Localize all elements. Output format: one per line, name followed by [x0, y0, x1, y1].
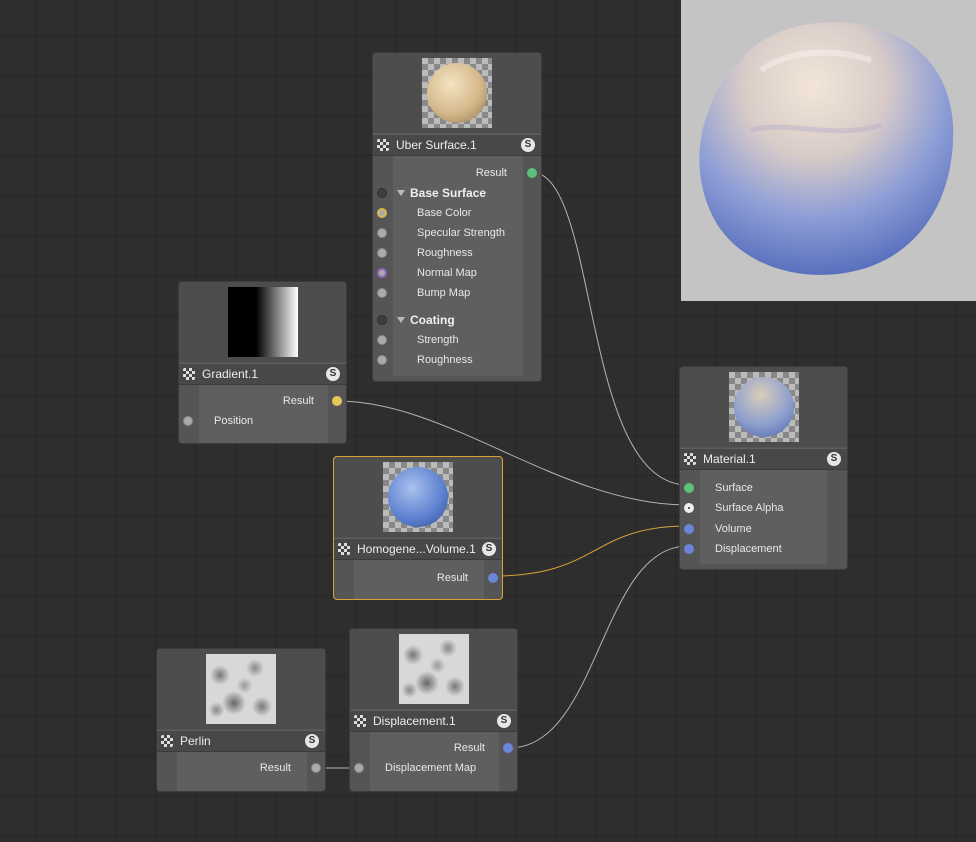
normal-map-port[interactable] [377, 268, 387, 278]
input-position: Position [214, 415, 254, 427]
position-port[interactable] [183, 416, 193, 426]
gradient-preview [179, 282, 346, 362]
s-badge-icon[interactable]: S [497, 714, 511, 728]
input-displacement: Displacement [715, 543, 782, 555]
input-surface-alpha: Surface Alpha [715, 502, 784, 514]
checker-node-icon [684, 453, 696, 465]
base-color-port[interactable] [377, 208, 387, 218]
input-roughness: Roughness [417, 247, 473, 259]
node-uber-surface[interactable]: Uber Surface.1 S Result Base Surface Bas… [372, 52, 542, 382]
uber-header[interactable]: Uber Surface.1 S [373, 134, 541, 156]
node-homogeneous-volume[interactable]: Homogene...Volume.1 S Result [333, 456, 503, 600]
roughness-port[interactable] [377, 248, 387, 258]
node-perlin[interactable]: Perlin S Result [156, 648, 326, 792]
s-badge-icon[interactable]: S [326, 367, 340, 381]
perlin-preview-thumbnail [206, 654, 276, 724]
displacement-result-label: Result [453, 742, 485, 754]
input-normal-map: Normal Map [417, 267, 477, 279]
gradient-result-port[interactable] [332, 396, 342, 406]
homog-body: Result [334, 560, 502, 599]
perlin-preview [157, 649, 325, 729]
homog-title: Homogene...Volume.1 [357, 542, 476, 556]
material-preview-thumbnail [728, 372, 799, 442]
node-material[interactable]: Material.1 S Surface Surface Alpha Volum… [679, 366, 848, 570]
homog-result-port[interactable] [488, 573, 498, 583]
displacement-port[interactable] [684, 544, 694, 554]
gradient-port-panel [199, 385, 328, 443]
input-volume: Volume [715, 523, 752, 535]
uber-preview [373, 53, 541, 133]
specular-strength-port[interactable] [377, 228, 387, 238]
checker-node-icon [338, 543, 350, 555]
coating-port[interactable] [377, 315, 387, 325]
s-badge-icon[interactable]: S [305, 734, 319, 748]
render-preview [681, 0, 976, 301]
node-displacement[interactable]: Displacement.1 S Result Displacement Map [349, 628, 518, 792]
section-base-surface-label: Base Surface [410, 186, 487, 200]
uber-preview-thumbnail [422, 58, 492, 128]
bump-map-port[interactable] [377, 288, 387, 298]
surface-alpha-port[interactable] [684, 503, 694, 513]
gradient-title: Gradient.1 [202, 367, 259, 381]
uber-title: Uber Surface.1 [396, 138, 477, 152]
checker-node-icon [377, 139, 389, 151]
homog-preview-thumbnail [383, 462, 453, 532]
gradient-body: Result Position [179, 385, 346, 443]
input-coating-roughness: Roughness [417, 354, 473, 366]
wire-uber-to-surface[interactable] [530, 171, 689, 486]
homog-header[interactable]: Homogene...Volume.1 S [334, 538, 502, 560]
base-surface-port[interactable] [377, 188, 387, 198]
triangle-down-icon [397, 317, 405, 323]
perlin-result-label: Result [259, 762, 291, 774]
section-base-surface[interactable]: Base Surface [397, 186, 486, 200]
material-body: Surface Surface Alpha Volume Displacemen… [680, 470, 847, 569]
uber-result-port[interactable] [527, 168, 537, 178]
volume-port[interactable] [684, 524, 694, 534]
material-title: Material.1 [703, 452, 756, 466]
input-coating-strength: Strength [417, 334, 459, 346]
surface-port[interactable] [684, 483, 694, 493]
displacement-result-port[interactable] [503, 743, 513, 753]
checker-node-icon [354, 715, 366, 727]
displacement-body: Result Displacement Map [350, 732, 517, 791]
material-preview [680, 367, 847, 447]
input-specular-strength: Specular Strength [417, 227, 506, 239]
displacement-preview [350, 629, 517, 709]
checker-node-icon [161, 735, 173, 747]
section-coating[interactable]: Coating [397, 313, 455, 327]
homog-result-label: Result [436, 572, 468, 584]
perlin-body: Result [157, 752, 325, 791]
perlin-title: Perlin [180, 734, 211, 748]
triangle-down-icon [397, 190, 405, 196]
coating-roughness-port[interactable] [377, 355, 387, 365]
uber-body: Result Base Surface Base Color Specular … [373, 156, 541, 381]
section-coating-label: Coating [410, 313, 455, 327]
input-displacement-map: Displacement Map [385, 762, 477, 774]
input-surface: Surface [715, 482, 753, 494]
s-badge-icon[interactable]: S [521, 138, 535, 152]
displacement-header[interactable]: Displacement.1 S [350, 710, 517, 732]
uber-result-label: Result [475, 167, 507, 179]
wire-homog-to-volume[interactable] [492, 525, 689, 577]
s-badge-icon[interactable]: S [827, 452, 841, 466]
render-blob-image [699, 22, 954, 275]
gradient-result-label: Result [282, 395, 314, 407]
perlin-result-port[interactable] [311, 763, 321, 773]
displacement-map-port[interactable] [354, 763, 364, 773]
displacement-preview-thumbnail [398, 634, 469, 704]
material-header[interactable]: Material.1 S [680, 448, 847, 470]
gradient-header[interactable]: Gradient.1 S [179, 363, 346, 385]
perlin-header[interactable]: Perlin S [157, 730, 325, 752]
gradient-preview-thumbnail [227, 287, 298, 357]
displacement-title: Displacement.1 [373, 714, 456, 728]
s-badge-icon[interactable]: S [482, 542, 496, 556]
wire-displacement-to-material[interactable] [508, 545, 689, 749]
node-gradient[interactable]: Gradient.1 S Result Position [178, 281, 347, 444]
input-base-color: Base Color [417, 207, 472, 219]
input-bump-map: Bump Map [417, 287, 471, 299]
homog-preview [334, 457, 502, 537]
coating-strength-port[interactable] [377, 335, 387, 345]
checker-node-icon [183, 368, 195, 380]
